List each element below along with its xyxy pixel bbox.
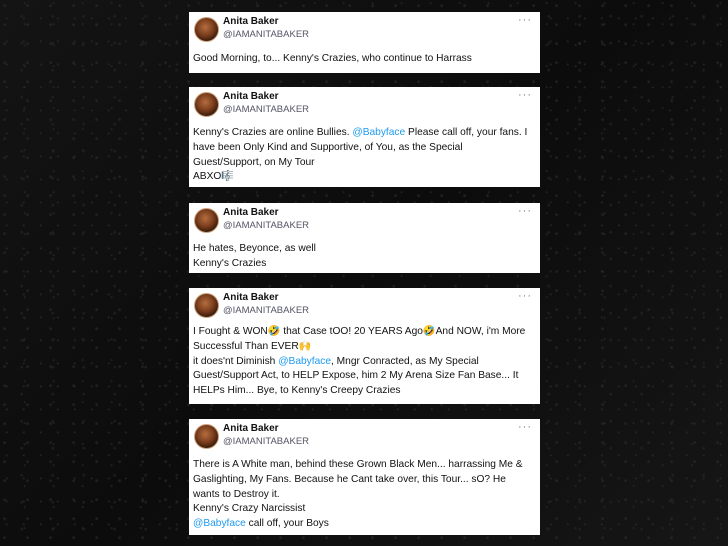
tweet-text-segment: , Mngr Conracted, as My Special: [331, 355, 479, 367]
tweet-line: Successful Than EVER🙌: [193, 340, 534, 355]
tweet-line: HELPs Him... Bye, to Kenny's Creepy Craz…: [193, 384, 534, 399]
tweet-line: Good Morning, to... Kenny's Crazies, who…: [193, 52, 534, 67]
author-name[interactable]: Anita Baker: [223, 207, 279, 218]
author-handle[interactable]: @IAMANITABAKER: [223, 305, 309, 316]
author-handle[interactable]: @IAMANITABAKER: [223, 29, 309, 40]
tweet-line: Guest/Support Act, to HELP Expose, him 2…: [193, 369, 534, 384]
tweet-text-segment: Kenny's Crazy Narcissist: [193, 503, 306, 515]
tweet-text-segment: Kenny's Crazies: [193, 257, 267, 269]
tweet-text-segment: There is A White man, behind these Grown…: [193, 459, 523, 470]
tweet-line: He hates, Beyonce, as well: [193, 242, 534, 257]
author-handle[interactable]: @IAMANITABAKER: [223, 436, 309, 447]
tweet-text-segment: Guest/Support, on My Tour: [193, 156, 315, 168]
tweet-text-segment: He hates, Beyonce, as well: [193, 243, 316, 254]
tweet-card-5: Anita Baker @IAMANITABAKER ··· There is …: [189, 419, 540, 535]
tweet-text-segment: Gaslighting, My Fans. Because he Cant ta…: [193, 473, 506, 485]
tweet-text: Good Morning, to... Kenny's Crazies, who…: [193, 52, 534, 67]
tweet-text-segment: Kenny's Crazies are online Bullies.: [193, 127, 353, 138]
tweet-line: Kenny's Crazies are online Bullies. @Bab…: [193, 126, 534, 141]
tweet-text-segment: Good Morning, to... Kenny's Crazies, who…: [193, 53, 472, 64]
tweet-text-segment: call off, your Boys: [245, 518, 329, 530]
tweet-line: have been Only Kind and Supportive, of Y…: [193, 141, 534, 156]
tweet-line: Kenny's Crazies: [193, 257, 534, 272]
tweet-text: Kenny's Crazies are online Bullies. @Bab…: [193, 126, 534, 185]
more-options-icon[interactable]: ···: [518, 89, 532, 101]
tweet-card-4: Anita Baker @IAMANITABAKER ··· I Fought …: [189, 288, 540, 404]
tweet-line: Kenny's Crazy Narcissist: [193, 502, 534, 517]
tweet-card-3: Anita Baker @IAMANITABAKER ··· He hates,…: [189, 203, 540, 273]
tweet-line: There is A White man, behind these Grown…: [193, 458, 534, 473]
avatar[interactable]: [194, 208, 219, 233]
more-options-icon[interactable]: ···: [518, 421, 532, 433]
mention-link[interactable]: @Babyface: [352, 127, 405, 138]
author-name[interactable]: Anita Baker: [223, 292, 279, 303]
tweet-text-segment: Successful Than EVER🙌: [193, 340, 312, 352]
author-handle[interactable]: @IAMANITABAKER: [223, 104, 309, 115]
tweet-text-segment: Guest/Support Act, to HELP Expose, him 2…: [193, 370, 519, 382]
avatar[interactable]: [194, 17, 219, 42]
mention-link[interactable]: @Babyface: [278, 356, 331, 367]
tweet-line: Gaslighting, My Fans. Because he Cant ta…: [193, 473, 534, 488]
tweet-text-segment: wants to Destroy it.: [193, 488, 280, 500]
tweet-card-2: Anita Baker @IAMANITABAKER ··· Kenny's C…: [189, 87, 540, 187]
tweet-line: ABXO🎼: [193, 170, 534, 185]
tweet-line: Guest/Support, on My Tour: [193, 156, 534, 171]
avatar[interactable]: [194, 293, 219, 318]
more-options-icon[interactable]: ···: [518, 14, 532, 26]
tweet-line: it does'nt Diminish @Babyface, Mngr Conr…: [193, 355, 534, 370]
tweet-line: @Babyface call off, your Boys: [193, 517, 534, 532]
more-options-icon[interactable]: ···: [518, 205, 532, 217]
tweet-text: He hates, Beyonce, as well Kenny's Crazie…: [193, 242, 534, 272]
tweet-text-segment: ABXO🎼: [193, 171, 234, 183]
tweet-text: There is A White man, behind these Grown…: [193, 458, 534, 532]
tweet-text-segment: have been Only Kind and Supportive, of Y…: [193, 141, 463, 153]
author-name[interactable]: Anita Baker: [223, 16, 279, 27]
more-options-icon[interactable]: ···: [518, 290, 532, 302]
tweet-text-segment: it does'nt Diminish: [193, 355, 279, 367]
tweet-line: wants to Destroy it.: [193, 488, 534, 503]
tweet-text-segment: HELPs Him... Bye, to Kenny's Creepy Craz…: [193, 385, 401, 397]
author-name[interactable]: Anita Baker: [223, 91, 279, 102]
tweet-text: I Fought & WON🤣 that Case tOO! 20 YEARS …: [193, 325, 534, 399]
tweet-card-1: Anita Baker @IAMANITABAKER ··· Good Morn…: [189, 12, 540, 73]
author-name[interactable]: Anita Baker: [223, 423, 279, 434]
tweet-line: I Fought & WON🤣 that Case tOO! 20 YEARS …: [193, 325, 534, 340]
mention-link[interactable]: @Babyface: [193, 518, 246, 529]
tweet-text-segment: I Fought & WON🤣 that Case tOO! 20 YEARS …: [193, 326, 526, 337]
tweet-text-segment: Please call off, your fans. I: [405, 127, 528, 138]
author-handle[interactable]: @IAMANITABAKER: [223, 220, 309, 231]
avatar[interactable]: [194, 424, 219, 449]
avatar[interactable]: [194, 92, 219, 117]
